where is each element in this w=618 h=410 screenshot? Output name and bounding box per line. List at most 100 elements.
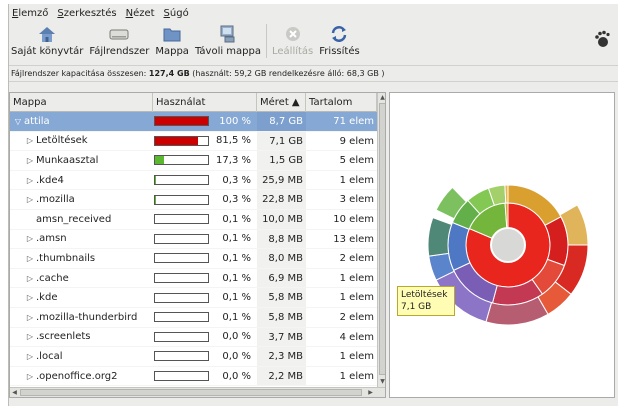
usage-percent: 0,0 % <box>222 350 251 362</box>
network-folder-icon <box>218 24 238 44</box>
folder-rows: ▽ attila 100 % 8,7 GB 71 elem ▷ Letöltések 81,5… <box>10 112 377 387</box>
filesystem-button[interactable]: Fájlrendszer <box>89 22 149 57</box>
expander-arrow-icon[interactable]: ▷ <box>24 234 36 243</box>
column-header-contents[interactable]: Tartalom <box>306 93 377 112</box>
ring-center[interactable] <box>490 227 526 263</box>
vertical-scroll-thumb[interactable] <box>379 103 385 375</box>
scroll-down-arrow-icon[interactable]: ▼ <box>378 377 385 386</box>
contents-cell: 1 elem <box>339 174 374 186</box>
folder-name: .mozilla <box>36 194 75 206</box>
size-cell: 5,8 MB <box>257 307 306 327</box>
expander-arrow-icon[interactable]: ▷ <box>24 176 36 185</box>
expander-arrow-icon[interactable]: ▷ <box>24 254 36 263</box>
usage-percent: 81,5 % <box>216 135 251 147</box>
contents-cell: 1 elem <box>339 272 374 284</box>
size-cell: 8,8 MB <box>257 229 306 249</box>
size-cell: 7,1 GB <box>257 131 306 151</box>
expander-arrow-icon[interactable]: ▷ <box>24 372 36 381</box>
usage-percent: 100 % <box>219 115 251 127</box>
expander-arrow-icon[interactable]: ▷ <box>24 293 36 302</box>
horizontal-scroll-thumb[interactable] <box>20 389 362 396</box>
size-cell: 10,0 MB <box>257 209 306 229</box>
table-row[interactable]: ▷ .local 0,0 % 2,3 MB 1 elem <box>10 347 377 367</box>
expander-arrow-icon[interactable]: ▷ <box>24 313 36 322</box>
row-name-cell: ▷ .amsn <box>10 233 153 244</box>
vertical-scrollbar[interactable]: ▲ ▼ <box>377 93 385 387</box>
usage-cell: 17,3 % <box>153 155 257 166</box>
expander-arrow-icon[interactable]: ▷ <box>24 195 36 204</box>
contents-cell: 1 elem <box>339 292 374 304</box>
usage-cell: 0,1 % <box>153 233 257 244</box>
menu-elemzo[interactable]: Elemző <box>12 8 48 19</box>
usage-cell: 0,1 % <box>153 292 257 303</box>
toolbar-separator <box>266 24 267 58</box>
toolbar: Saját könyvtár Fájlrendszer Mappa Távoli… <box>9 22 618 64</box>
table-row[interactable]: ▷ Letöltések 81,5 % 7,1 GB 9 elem <box>10 131 377 152</box>
column-header-folder[interactable]: Mappa <box>10 93 153 112</box>
expander-arrow-icon[interactable]: ▷ <box>24 352 36 361</box>
usage-bar-fill <box>155 156 165 165</box>
usage-bar <box>154 273 209 284</box>
row-name-cell: ▷ .local <box>10 351 153 362</box>
row-name-cell: ▷ .mozilla <box>10 194 153 205</box>
usage-percent: 0,1 % <box>222 213 251 225</box>
size-cell: 8,0 MB <box>257 249 306 268</box>
home-icon <box>37 24 57 44</box>
table-row[interactable]: ▽ attila 100 % 8,7 GB 71 elem <box>10 112 377 132</box>
folder-name: .thumbnails <box>36 252 96 264</box>
table-row[interactable]: ▷ .thumbnails 0,1 % 8,0 MB 2 elem <box>10 249 377 269</box>
table-row[interactable]: ▷ .amsn 0,1 % 8,8 MB 13 elem <box>10 229 377 250</box>
column-header-usage[interactable]: Használat <box>153 93 257 112</box>
row-name-cell: ▽ attila <box>10 116 153 127</box>
refresh-icon <box>329 24 349 44</box>
table-row[interactable]: ▷ .kde4 0,3 % 25,9 MB 1 elem <box>10 170 377 191</box>
usage-percent: 0,3 % <box>222 174 251 186</box>
column-header-size[interactable]: Méret ▲ <box>257 93 306 112</box>
ring-segment[interactable] <box>504 184 509 204</box>
stop-button[interactable]: Leállítás <box>272 22 313 57</box>
contents-cell: 71 elem <box>333 116 374 127</box>
usage-bar <box>154 233 209 244</box>
folder-list-pane: Mappa Használat Méret ▲ Tartalom ▽ attila… <box>9 92 386 398</box>
size-cell: 8,7 GB <box>257 112 306 131</box>
expander-arrow-icon[interactable]: ▷ <box>24 332 36 341</box>
usage-bar <box>154 214 209 225</box>
usage-cell: 0,0 % <box>153 351 257 362</box>
horizontal-scrollbar[interactable]: ◀ ▶ <box>10 387 385 397</box>
usage-percent: 0,1 % <box>222 311 251 323</box>
table-row[interactable]: ▷ .mozilla 0,3 % 22,8 MB 3 elem <box>10 190 377 210</box>
table-header: Mappa Használat Méret ▲ Tartalom <box>10 93 377 112</box>
folder-button[interactable]: Mappa <box>155 22 189 57</box>
ring-segment[interactable] <box>427 216 453 257</box>
capacity-infobar: Fájlrendszer kapacitása összesen: 127,4 … <box>9 65 618 82</box>
usage-cell: 81,5 % <box>153 135 257 146</box>
table-row[interactable]: ▷ .openoffice.org2 0,0 % 2,2 MB 1 elem <box>10 366 377 387</box>
expander-arrow-icon[interactable]: ▷ <box>24 136 36 145</box>
size-cell: 22,8 MB <box>257 190 306 209</box>
table-row[interactable]: ▷ Munkaasztal 17,3 % 1,5 GB 5 elem <box>10 151 377 171</box>
table-row[interactable]: ▷ .mozilla-thunderbird 0,1 % 5,8 MB 2 elem <box>10 307 377 328</box>
table-row[interactable]: ▷ .cache 0,1 % 6,9 MB 1 elem <box>10 268 377 289</box>
table-row[interactable]: ▷ .kde 0,1 % 5,8 MB 1 elem <box>10 288 377 308</box>
size-cell: 25,9 MB <box>257 170 306 190</box>
expander-arrow-icon[interactable]: ▷ <box>24 156 36 165</box>
scroll-right-arrow-icon[interactable]: ▶ <box>366 388 375 397</box>
menu-szerkesztes[interactable]: Szerkesztés <box>57 8 116 19</box>
remote-folder-button[interactable]: Távoli mappa <box>195 22 261 57</box>
folder-name: .screenlets <box>36 331 91 343</box>
home-button[interactable]: Saját könyvtár <box>11 22 83 57</box>
usage-bar <box>154 292 209 303</box>
usage-percent: 0,0 % <box>222 331 251 343</box>
menu-sugo[interactable]: Súgó <box>164 8 189 19</box>
table-row[interactable]: amsn_received 0,1 % 10,0 MB 10 elem <box>10 209 377 230</box>
menu-nezet[interactable]: Nézet <box>126 8 155 19</box>
folder-name: .mozilla-thunderbird <box>36 311 138 323</box>
expander-arrow-icon[interactable]: ▷ <box>24 274 36 283</box>
table-row[interactable]: ▷ .screenlets 0,0 % 3,7 MB 4 elem <box>10 327 377 348</box>
expander-arrow-icon[interactable]: ▽ <box>12 117 24 126</box>
ring-chart[interactable] <box>390 93 614 397</box>
scroll-up-arrow-icon[interactable]: ▲ <box>378 93 385 102</box>
refresh-button[interactable]: Frissítés <box>319 22 360 57</box>
scroll-left-arrow-icon[interactable]: ◀ <box>10 388 19 397</box>
usage-cell: 100 % <box>153 116 257 127</box>
